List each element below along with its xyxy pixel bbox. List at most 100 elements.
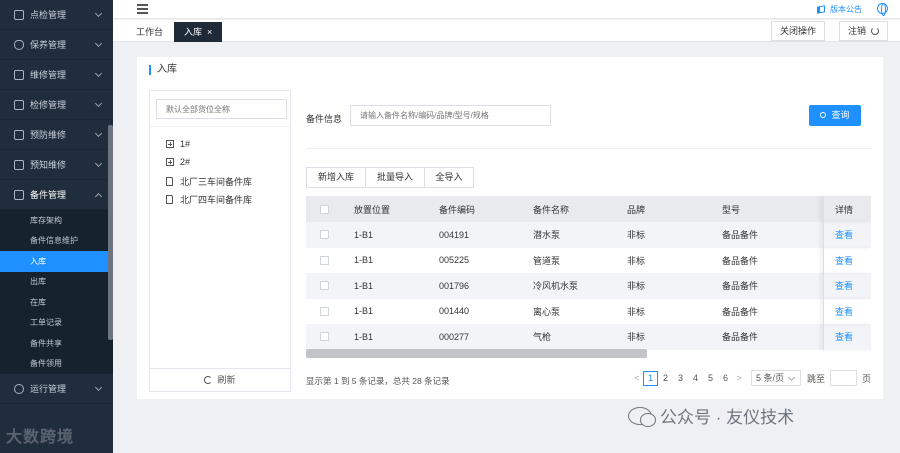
view-detail-link[interactable]: 查看	[835, 254, 853, 267]
cell-model: 备品备件	[722, 306, 759, 317]
tree-node-north-4[interactable]: 北厂四车间备件库	[166, 193, 252, 206]
select-all-checkbox[interactable]	[320, 204, 329, 214]
sidebar-item-operations[interactable]: 运行管理	[0, 374, 113, 404]
cell-name: 管道泵	[533, 255, 561, 266]
location-tree-panel: 1# 2# 北厂三车间备件库 北厂四车间备件库 刷新	[149, 90, 291, 392]
goto-page-input[interactable]	[830, 370, 858, 386]
pagination: < 1 2 3 4 5 6 > 5 条/页 跳至 页	[631, 370, 871, 386]
sidebar-subitem-spare-info[interactable]: 备件信息维护	[0, 231, 113, 252]
tab-inbound[interactable]: 入库 ×	[174, 22, 223, 42]
tree-node-label: 1#	[180, 139, 191, 149]
table-header: 放置位置 备件编码 备件名称 品牌 型号 详情	[306, 196, 871, 222]
file-icon	[166, 177, 173, 186]
refresh-label: 刷新	[217, 375, 236, 385]
page-button[interactable]: 4	[688, 373, 703, 383]
batch-import-button[interactable]: 批量导入	[365, 167, 425, 188]
sidebar-item-label: 维修管理	[30, 70, 67, 80]
chevron-down-icon	[94, 383, 103, 392]
sidebar-subitem-inventory-structure[interactable]: 库存架构	[0, 210, 113, 231]
cell-model: 备品备件	[722, 281, 759, 292]
cell-brand: 非标	[627, 332, 646, 343]
tool-icon	[14, 99, 24, 110]
row-checkbox[interactable]	[320, 306, 329, 316]
globe-icon[interactable]	[877, 3, 888, 16]
row-checkbox[interactable]	[320, 230, 329, 240]
sidebar-subitem-outbound[interactable]: 出库	[0, 272, 113, 293]
column-header[interactable]: 备件名称	[533, 203, 627, 216]
tab-workbench[interactable]: 工作台	[126, 22, 173, 42]
page-button[interactable]: 5	[703, 373, 718, 383]
cell-brand: 非标	[627, 230, 646, 241]
location-search-input[interactable]	[156, 99, 287, 119]
tab-bar: 工作台 入库 × 关闭操作 注销	[113, 20, 900, 42]
sidebar-item-maintenance[interactable]: 保养管理	[0, 30, 113, 60]
row-checkbox[interactable]	[320, 332, 329, 342]
cell-location: 1-B1	[354, 255, 374, 266]
version-notice-link[interactable]: 版本公告	[817, 4, 862, 15]
table-row[interactable]: 1-B1 001796 冷风机水泵 非标 备品备件 查看	[306, 273, 871, 299]
refresh-button[interactable]: 刷新	[150, 368, 290, 391]
sidebar-item-predictive[interactable]: 预知维修	[0, 150, 113, 180]
top-bar: 版本公告	[113, 0, 900, 19]
sidebar-item-preventive[interactable]: 预防维修	[0, 120, 113, 150]
table-row[interactable]: 1-B1 005225 管道泵 非标 备品备件 查看	[306, 247, 871, 273]
table-row[interactable]: 1-B1 001440 离心泵 非标 备品备件 查看	[306, 298, 871, 324]
close-operations-button[interactable]: 关闭操作	[770, 21, 825, 41]
row-checkbox[interactable]	[320, 255, 329, 265]
chevron-down-icon	[94, 69, 103, 78]
import-all-button[interactable]: 全导入	[424, 167, 474, 188]
refresh-icon	[204, 376, 213, 384]
sidebar-subitem-inbound[interactable]: 入库	[0, 251, 113, 272]
table-horizontal-scrollbar[interactable]	[306, 349, 647, 358]
view-detail-link[interactable]: 查看	[835, 279, 853, 292]
tree-node-2[interactable]: 2#	[166, 157, 190, 167]
tree-node-1[interactable]: 1#	[166, 139, 190, 149]
close-icon[interactable]: ×	[207, 27, 212, 37]
column-header[interactable]: 备件编码	[439, 203, 533, 216]
column-header[interactable]: 放置位置	[344, 203, 439, 216]
query-button[interactable]: 查询	[809, 105, 861, 126]
sidebar-item-spare-parts[interactable]: 备件管理	[0, 180, 113, 210]
menu-toggle-icon[interactable]	[137, 4, 148, 14]
cell-model: 备品备件	[722, 230, 759, 241]
sidebar-scrollbar[interactable]	[108, 125, 113, 340]
sidebar-subitem-in-stock[interactable]: 在库	[0, 292, 113, 313]
view-detail-link[interactable]: 查看	[835, 228, 853, 241]
page-size-select[interactable]: 5 条/页	[751, 370, 801, 386]
column-header[interactable]: 品牌	[627, 203, 722, 216]
row-checkbox[interactable]	[320, 281, 329, 291]
file-icon	[166, 195, 173, 204]
sidebar-item-overhaul[interactable]: 检修管理	[0, 90, 113, 120]
pagination-summary: 显示第 1 到 5 条记录，总共 28 条记录	[306, 376, 450, 386]
page-button[interactable]: 3	[673, 373, 688, 383]
page-button[interactable]: 1	[643, 370, 658, 386]
add-inbound-button[interactable]: 新增入库	[306, 167, 366, 188]
table-row[interactable]: 1-B1 000277 气枪 非标 备品备件 查看	[306, 324, 871, 350]
sidebar-subitem-requisition[interactable]: 备件领用	[0, 354, 113, 375]
sidebar-item-repair[interactable]: 维修管理	[0, 60, 113, 90]
sidebar-subitem-work-orders[interactable]: 工单记录	[0, 313, 113, 334]
tree-node-north-3[interactable]: 北厂三车间备件库	[166, 175, 252, 188]
column-header[interactable]: 型号	[722, 203, 823, 216]
logout-button[interactable]: 注销	[838, 21, 888, 41]
prev-page-button[interactable]: <	[631, 373, 643, 383]
view-detail-link[interactable]: 查看	[835, 330, 853, 343]
cell-location: 1-B1	[354, 331, 374, 342]
expand-icon[interactable]	[166, 140, 174, 148]
table-row[interactable]: 1-B1 004191 潜水泵 非标 备品备件 查看	[306, 222, 871, 248]
cell-location: 1-B1	[354, 306, 374, 317]
power-icon	[871, 27, 879, 35]
sidebar-item-label: 保养管理	[30, 40, 67, 50]
spare-search-input[interactable]	[350, 105, 551, 126]
sidebar-subitem-sharing[interactable]: 备件共享	[0, 333, 113, 354]
cell-code: 005225	[439, 255, 470, 266]
page-button[interactable]: 6	[718, 373, 733, 383]
expand-icon[interactable]	[166, 158, 174, 166]
sidebar-item-inspection[interactable]: 点检管理	[0, 0, 113, 30]
next-page-button[interactable]: >	[733, 373, 745, 383]
gear-icon	[14, 383, 24, 394]
chevron-down-icon	[94, 129, 103, 138]
view-detail-link[interactable]: 查看	[835, 305, 853, 318]
page-button[interactable]: 2	[658, 373, 673, 383]
wrench-icon	[14, 69, 24, 80]
